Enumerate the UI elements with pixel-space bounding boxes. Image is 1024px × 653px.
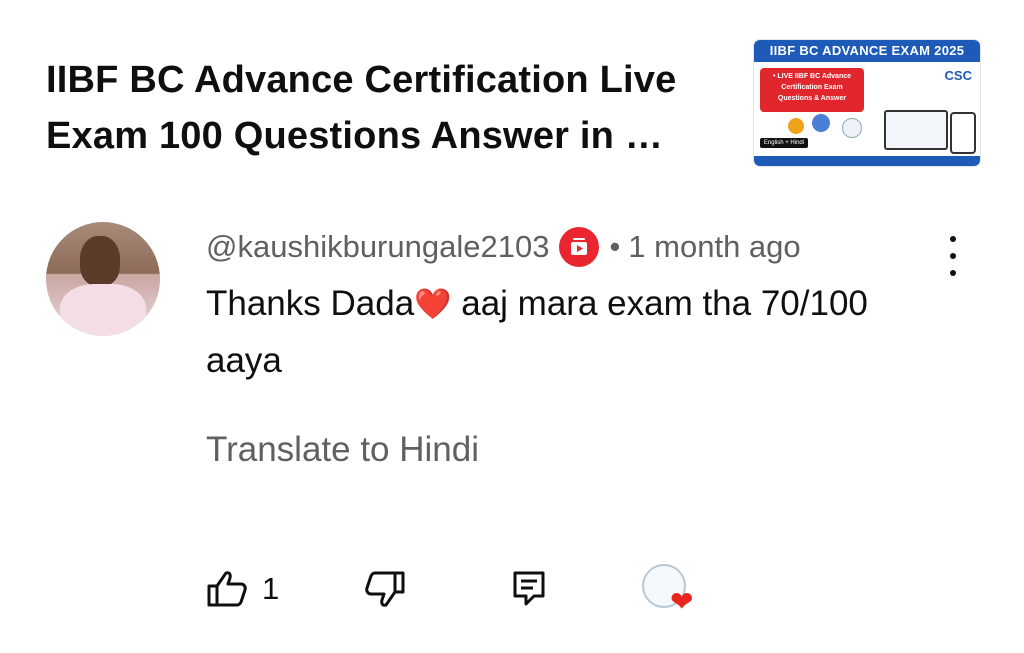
award-icon [788, 118, 804, 134]
language-tag: English + Hindi [760, 138, 808, 148]
creator-heart: ❤ [642, 564, 693, 616]
laptop-icon [884, 110, 948, 150]
thumbnail-red-box: • LIVE IIBF BC Advance Certification Exa… [760, 68, 864, 112]
thumbnail-banner: IIBF BC ADVANCE EXAM 2025 [754, 40, 980, 62]
phone-icon [950, 112, 976, 154]
thumbnail-logo: CSC [870, 68, 974, 94]
thumb-up-icon [207, 571, 247, 607]
comment-author[interactable]: @kaushikburungale2103 [206, 229, 549, 265]
video-title[interactable]: IIBF BC Advance Certification Live Exam … [46, 52, 746, 164]
channel-logo-icon [842, 118, 862, 138]
like-button[interactable]: 1 [206, 568, 279, 610]
translate-icon [812, 114, 830, 132]
reply-icon [513, 571, 545, 606]
more-vert-icon[interactable] [938, 236, 968, 276]
thumbnail-line: Certification Exam [781, 84, 843, 91]
comment-header: @kaushikburungale2103 • 1 month ago [206, 226, 801, 268]
commenter-avatar[interactable] [46, 222, 160, 336]
creator-heart-icon: ❤ [670, 586, 694, 617]
reply-button[interactable] [512, 568, 546, 610]
member-badge-icon [559, 227, 600, 267]
comment-text-start: Thanks Dada [206, 284, 415, 323]
thumbnail-footer [754, 156, 980, 166]
comment-time[interactable]: 1 month ago [628, 229, 800, 265]
heart-emoji: ❤️ [414, 288, 452, 321]
avatar-shirt [60, 284, 146, 336]
translate-link[interactable]: Translate to Hindi [206, 430, 479, 470]
csc-logo: CSC [944, 68, 972, 83]
thumbnail-line: Questions & Answer [777, 95, 847, 102]
thumbnail-line: • LIVE IIBF BC Advance [772, 73, 852, 80]
like-count: 1 [262, 571, 280, 606]
video-thumbnail[interactable]: IIBF BC ADVANCE EXAM 2025 • LIVE IIBF BC… [754, 40, 980, 166]
avatar-head [80, 236, 120, 286]
thumb-down-icon [365, 571, 405, 607]
separator-dot: • [609, 229, 621, 264]
comment-body: Thanks Dada❤️ aaj mara exam tha 70/100 a… [206, 276, 906, 389]
dislike-button[interactable] [364, 568, 406, 610]
